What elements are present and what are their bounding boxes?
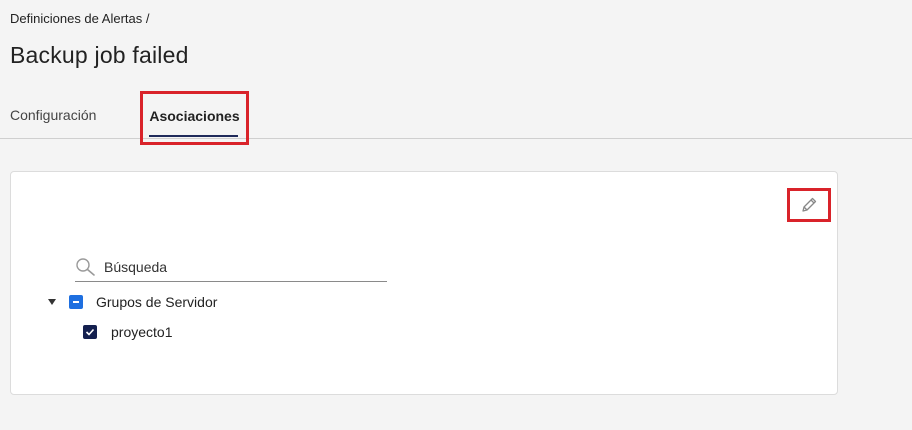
item-checkbox[interactable] — [83, 325, 97, 339]
pencil-icon — [802, 197, 817, 212]
checkmark-icon — [85, 328, 95, 336]
tree-node-proyecto1: proyecto1 — [83, 324, 172, 340]
tab-label: Asociaciones — [149, 108, 240, 124]
tree-node-grupos-de-servidor: Grupos de Servidor — [47, 294, 217, 310]
tab-configuracion[interactable]: Configuración — [10, 90, 96, 139]
tab-asociaciones[interactable]: Asociaciones — [140, 91, 249, 145]
tab-bar: Configuración Asociaciones — [0, 90, 912, 145]
associations-panel: Grupos de Servidor proyecto1 — [10, 171, 838, 395]
caret-down-icon[interactable] — [47, 297, 57, 307]
breadcrumb[interactable]: Definiciones de Alertas / — [10, 11, 149, 26]
search-field — [75, 256, 387, 282]
edit-button[interactable] — [787, 188, 831, 222]
group-checkbox[interactable] — [69, 295, 83, 309]
page-title: Backup job failed — [10, 42, 189, 68]
tree-node-label: proyecto1 — [111, 324, 173, 340]
tab-label: Configuración — [10, 106, 97, 123]
search-input[interactable] — [104, 258, 374, 275]
active-tab-indicator — [149, 135, 238, 137]
minus-icon — [73, 301, 79, 303]
search-icon — [76, 257, 95, 276]
tree-node-label: Grupos de Servidor — [96, 294, 218, 310]
